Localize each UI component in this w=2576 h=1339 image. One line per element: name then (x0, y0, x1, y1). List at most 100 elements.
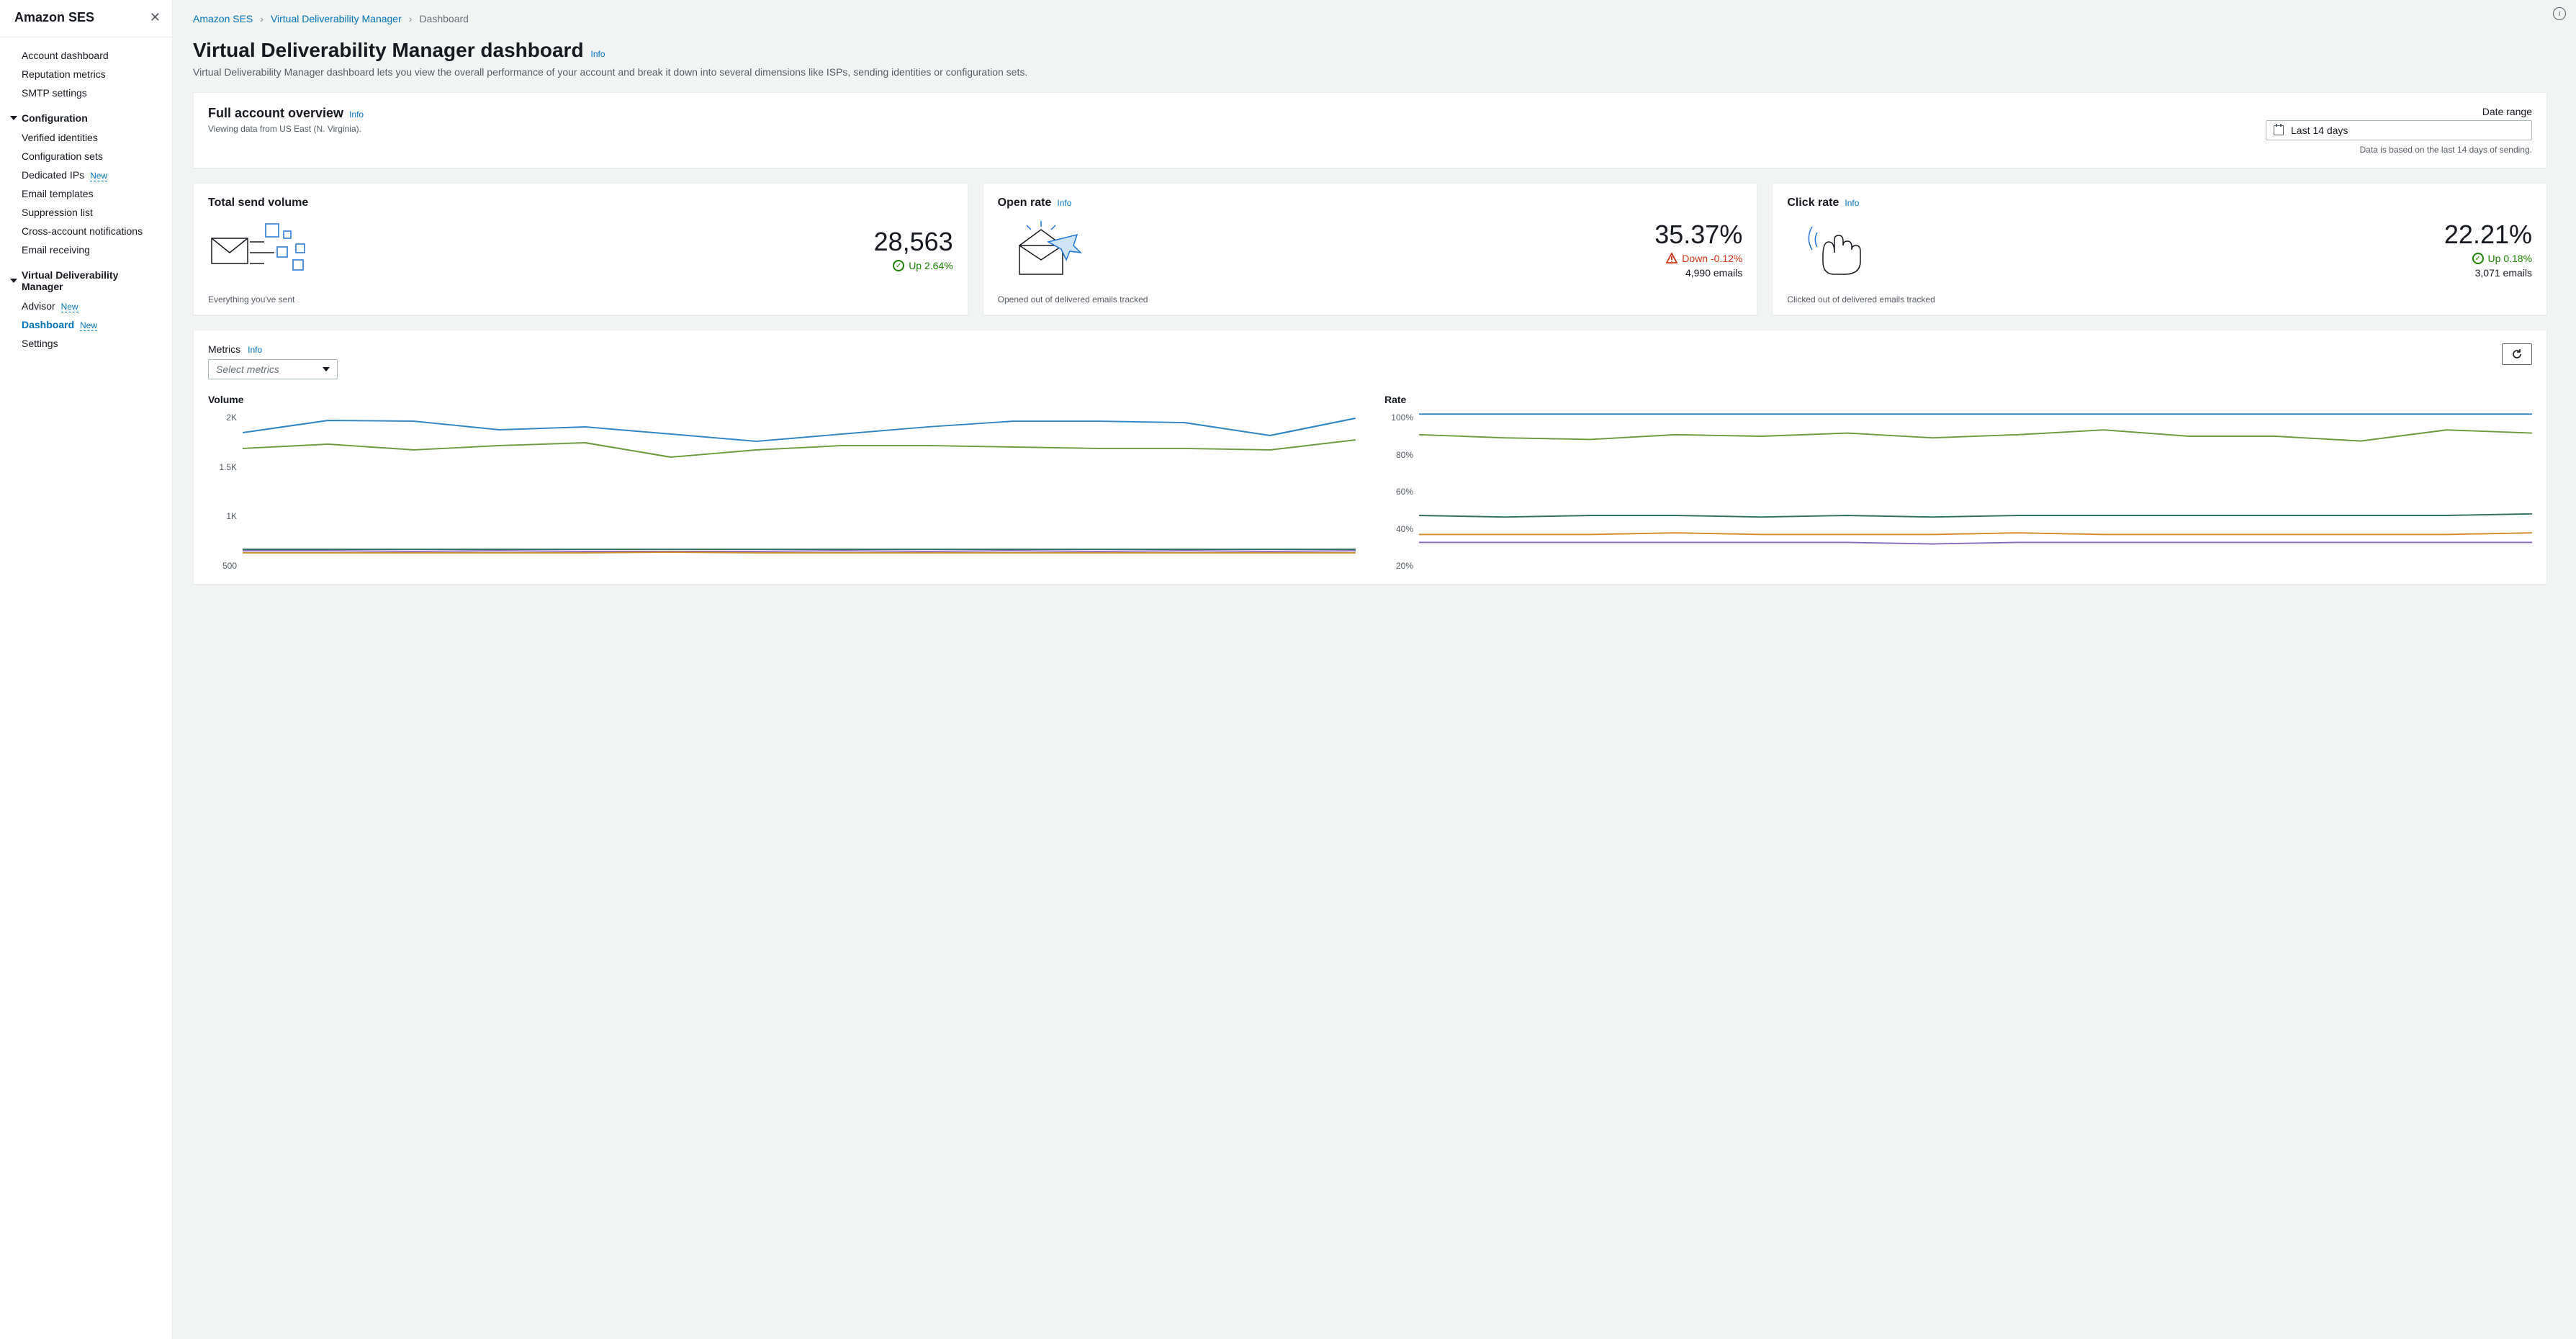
card-value: 22.21% (2444, 220, 2532, 250)
check-circle-icon: ✓ (893, 260, 904, 271)
sidebar-item-verified-identities[interactable]: Verified identities (0, 128, 172, 147)
date-range-label: Date range (2482, 106, 2532, 117)
sidebar-item-dashboard[interactable]: Dashboard New (0, 315, 172, 334)
overview-title: Full account overview (208, 106, 343, 121)
click-hand-icon (1787, 217, 1895, 281)
rate-y-axis: 100% 80% 60% 40% 20% (1384, 412, 1419, 571)
new-badge: New (61, 302, 78, 312)
y-tick: 1.5K (219, 462, 237, 472)
sidebar-item-account-dashboard[interactable]: Account dashboard (0, 46, 172, 65)
sidebar-item-dedicated-ips[interactable]: Dedicated IPs New (0, 166, 172, 184)
full-account-overview-panel: Full account overview Info Viewing data … (193, 92, 2547, 168)
card-title: Total send volume (208, 197, 308, 209)
page-subtitle: Virtual Deliverability Manager dashboard… (193, 66, 2547, 78)
close-icon[interactable]: ✕ (150, 10, 161, 25)
breadcrumb-link-ses[interactable]: Amazon SES (193, 13, 253, 24)
metrics-label: Metrics (208, 343, 240, 355)
page-title: Virtual Deliverability Manager dashboard… (193, 39, 2547, 62)
metrics-select-placeholder: Select metrics (216, 364, 279, 375)
sidebar-section-vdm[interactable]: Virtual Deliverability Manager (0, 259, 172, 297)
card-title: Open rate (998, 197, 1052, 209)
chevron-right-icon: › (260, 13, 264, 24)
card-value: 28,563 (874, 227, 953, 257)
volume-chart: Volume 2K 1.5K 1K 500 (208, 394, 1356, 571)
refresh-button[interactable] (2502, 343, 2532, 365)
caret-down-icon (10, 116, 17, 120)
page-title-text: Virtual Deliverability Manager dashboard (193, 39, 584, 62)
trend-down: Down -0.12% (1654, 253, 1742, 264)
kpi-cards: Total send volume (193, 183, 2547, 315)
date-range-value: Last 14 days (2291, 125, 2348, 136)
envelope-open-icon (998, 217, 1106, 281)
metrics-panel: Metrics Info Select metrics Volume (193, 330, 2547, 585)
trend-label: Up 2.64% (909, 260, 953, 271)
chevron-right-icon: › (409, 13, 413, 24)
y-tick: 20% (1396, 561, 1413, 571)
info-link[interactable]: Info (1057, 198, 1071, 208)
info-link[interactable]: Info (591, 49, 605, 59)
volume-plot (243, 412, 1356, 571)
info-link[interactable]: Info (349, 109, 364, 120)
refresh-icon (2511, 348, 2523, 360)
sidebar: Amazon SES ✕ Account dashboard Reputatio… (0, 0, 173, 1339)
trend-label: Up 0.18% (2488, 253, 2532, 264)
sidebar-item-smtp-settings[interactable]: SMTP settings (0, 84, 172, 102)
card-value: 35.37% (1654, 220, 1742, 250)
new-badge: New (80, 320, 97, 331)
check-circle-icon: ✓ (2472, 253, 2484, 264)
card-click-rate: Click rate Info 22.21% ✓ Up 0.18% (1772, 183, 2547, 315)
main-content: i Amazon SES › Virtual Deliverability Ma… (173, 0, 2576, 1339)
sidebar-item-configuration-sets[interactable]: Configuration sets (0, 147, 172, 166)
sidebar-section-configuration[interactable]: Configuration (0, 102, 172, 128)
sidebar-item-email-templates[interactable]: Email templates (0, 184, 172, 203)
info-link[interactable]: Info (1845, 198, 1859, 208)
warning-triangle-icon (1666, 253, 1677, 264)
calendar-icon (2274, 125, 2284, 135)
sidebar-item-label: Dashboard (22, 319, 74, 330)
info-icon[interactable]: i (2553, 7, 2566, 20)
y-tick: 60% (1396, 487, 1413, 497)
service-name: Amazon SES (14, 10, 94, 25)
trend-up: ✓ Up 0.18% (2444, 253, 2532, 264)
breadcrumb: Amazon SES › Virtual Deliverability Mana… (193, 13, 2547, 24)
sidebar-item-advisor[interactable]: Advisor New (0, 297, 172, 315)
trend-up: ✓ Up 2.64% (874, 260, 953, 271)
card-footer: Everything you've sent (208, 294, 953, 305)
card-emails: 4,990 emails (1654, 267, 1742, 279)
volume-y-axis: 2K 1.5K 1K 500 (208, 412, 243, 571)
info-link[interactable]: Info (248, 345, 262, 355)
trend-label: Down -0.12% (1682, 253, 1742, 264)
rate-chart: Rate 100% 80% 60% 40% 20% (1384, 394, 2532, 571)
sidebar-item-suppression-list[interactable]: Suppression list (0, 203, 172, 222)
breadcrumb-link-vdm[interactable]: Virtual Deliverability Manager (271, 13, 402, 24)
card-footer: Opened out of delivered emails tracked (998, 294, 1743, 305)
y-tick: 100% (1391, 412, 1413, 423)
date-range-note: Data is based on the last 14 days of sen… (2360, 145, 2533, 155)
chart-title: Rate (1384, 394, 2532, 405)
sidebar-section-label: Virtual Deliverability Manager (22, 269, 158, 292)
sidebar-item-reputation-metrics[interactable]: Reputation metrics (0, 65, 172, 84)
y-tick: 40% (1396, 524, 1413, 534)
date-range-select[interactable]: Last 14 days (2266, 120, 2532, 140)
overview-subtitle: Viewing data from US East (N. Virginia). (208, 124, 364, 134)
caret-down-icon (323, 367, 330, 371)
chart-title: Volume (208, 394, 1356, 405)
caret-down-icon (10, 279, 17, 283)
sidebar-item-label: Dedicated IPs (22, 169, 84, 181)
breadcrumb-current: Dashboard (419, 13, 469, 24)
rate-plot (1419, 412, 2532, 571)
y-tick: 80% (1396, 450, 1413, 460)
y-tick: 2K (226, 412, 237, 423)
card-footer: Clicked out of delivered emails tracked (1787, 294, 2532, 305)
sidebar-item-email-receiving[interactable]: Email receiving (0, 240, 172, 259)
card-title: Click rate (1787, 197, 1839, 209)
card-open-rate: Open rate Info 35.37% (983, 183, 1758, 315)
y-tick: 1K (226, 511, 237, 521)
y-tick: 500 (222, 561, 237, 571)
metrics-select[interactable]: Select metrics (208, 359, 338, 379)
sidebar-item-cross-account-notifications[interactable]: Cross-account notifications (0, 222, 172, 240)
card-emails: 3,071 emails (2444, 267, 2532, 279)
envelope-send-icon (208, 217, 316, 281)
sidebar-section-label: Configuration (22, 112, 88, 124)
sidebar-item-settings[interactable]: Settings (0, 334, 172, 353)
